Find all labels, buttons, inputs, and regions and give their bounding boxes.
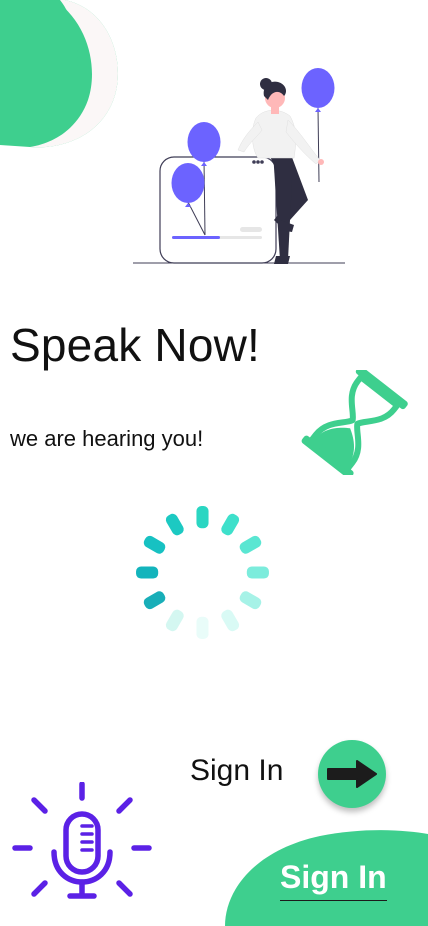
spinner-segment [239, 535, 262, 554]
sign-in-label[interactable]: Sign In [190, 754, 283, 788]
hero-illustration [133, 68, 345, 264]
microphone-icon [12, 782, 152, 899]
arrow-right-icon [327, 760, 377, 788]
page-title: Speak Now! [10, 319, 261, 371]
spinner-segment [165, 513, 184, 536]
spinner-segment [246, 566, 269, 579]
spinner-segment [221, 609, 240, 632]
spinner-segment [143, 535, 166, 554]
sign-in-arrow-button[interactable] [318, 740, 386, 808]
spinner-segment [136, 566, 159, 579]
spinner-segment [165, 609, 184, 632]
loading-spinner-icon [136, 506, 269, 639]
spinner-segment [196, 616, 209, 639]
spinner-segment [239, 591, 262, 610]
spinner-segment [221, 513, 240, 536]
sign-in-link[interactable]: Sign In [280, 858, 387, 902]
page-subtitle: we are hearing you! [10, 426, 204, 451]
spinner-segment [196, 506, 209, 529]
hourglass-icon [301, 370, 408, 475]
spinner-segment [143, 591, 166, 610]
decorative-blob-top [0, 0, 118, 148]
